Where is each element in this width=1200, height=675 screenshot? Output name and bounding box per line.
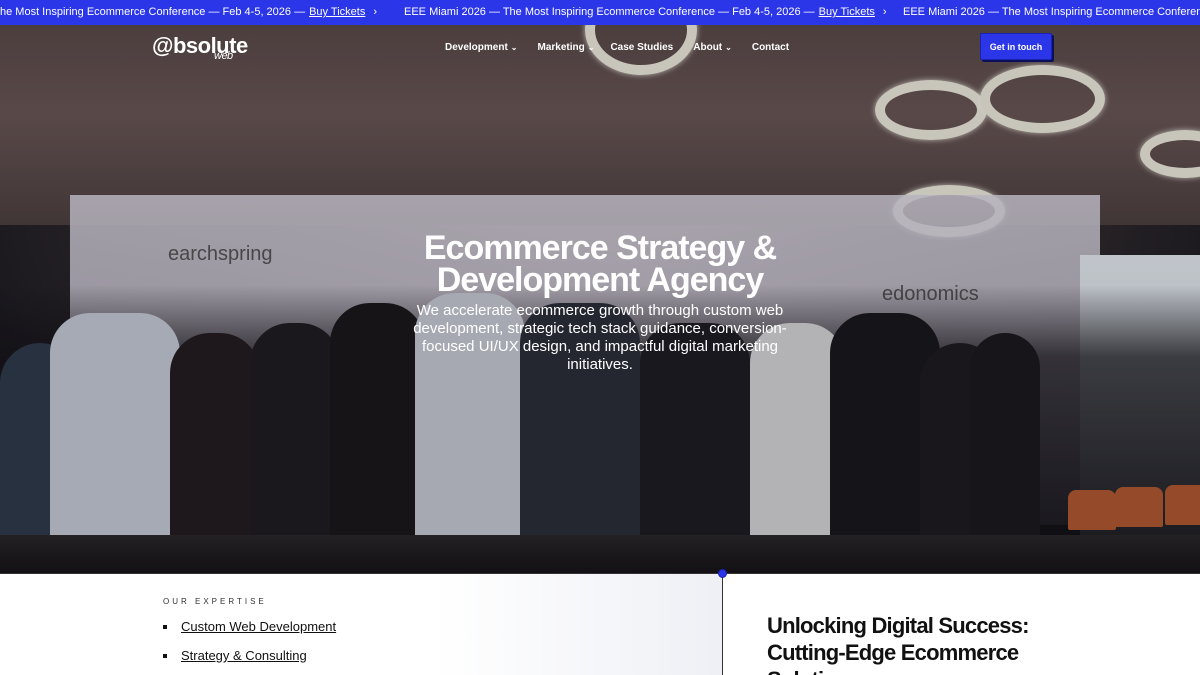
main-nav: Development ⌄ Marketing ⌄ Case Studies A… [445, 42, 809, 53]
bullet-icon [163, 653, 167, 658]
nav-item-marketing[interactable]: Marketing ⌄ [538, 42, 595, 53]
expertise-panel [0, 573, 722, 675]
list-item: Custom Web Development [163, 619, 336, 634]
nav-item-development[interactable]: Development ⌄ [445, 42, 518, 53]
expertise-list: Custom Web Development Strategy & Consul… [163, 619, 336, 675]
get-in-touch-button[interactable]: Get in touch [980, 33, 1052, 60]
nav-item-contact[interactable]: Contact [752, 42, 789, 53]
section-title: Unlocking Digital Success: Cutting-Edge … [767, 613, 1029, 675]
divider-node-dot [718, 569, 727, 578]
nav-item-about[interactable]: About ⌄ [693, 42, 732, 53]
nav-item-case-studies[interactable]: Case Studies [610, 42, 673, 53]
section-divider [0, 573, 1200, 574]
hero-subtitle: We accelerate ecommerce growth through c… [413, 302, 787, 373]
chevron-right-icon: › [373, 6, 378, 18]
announcement-message: EEE Miami 2026 — The Most Inspiring Ecom… [404, 6, 887, 18]
chevron-right-icon: › [882, 6, 887, 18]
bullet-icon [163, 624, 167, 629]
announcement-message: he Most Inspiring Ecommerce Conference —… [0, 6, 378, 18]
hero-title: Ecommerce Strategy & Development Agency [423, 229, 777, 299]
chevron-down-icon: ⌄ [725, 43, 732, 52]
buy-tickets-link[interactable]: Buy Tickets [309, 6, 365, 18]
column-divider [722, 573, 723, 675]
list-item: Strategy & Consulting [163, 648, 336, 663]
chevron-down-icon: ⌄ [510, 43, 518, 52]
buy-tickets-link[interactable]: Buy Tickets [819, 6, 875, 18]
logo[interactable]: @bsolute web [152, 33, 248, 62]
expertise-link-strategy-consulting[interactable]: Strategy & Consulting [181, 648, 307, 663]
announcement-message: EEE Miami 2026 — The Most Inspiring Ecom… [903, 6, 1200, 18]
hero-section: earchspring edonomics [0, 25, 1200, 573]
chevron-down-icon: ⌄ [587, 43, 595, 52]
announcement-bar: he Most Inspiring Ecommerce Conference —… [0, 0, 1200, 25]
expertise-eyebrow: OUR EXPERTISE [163, 597, 267, 606]
expertise-link-custom-web-development[interactable]: Custom Web Development [181, 619, 336, 634]
